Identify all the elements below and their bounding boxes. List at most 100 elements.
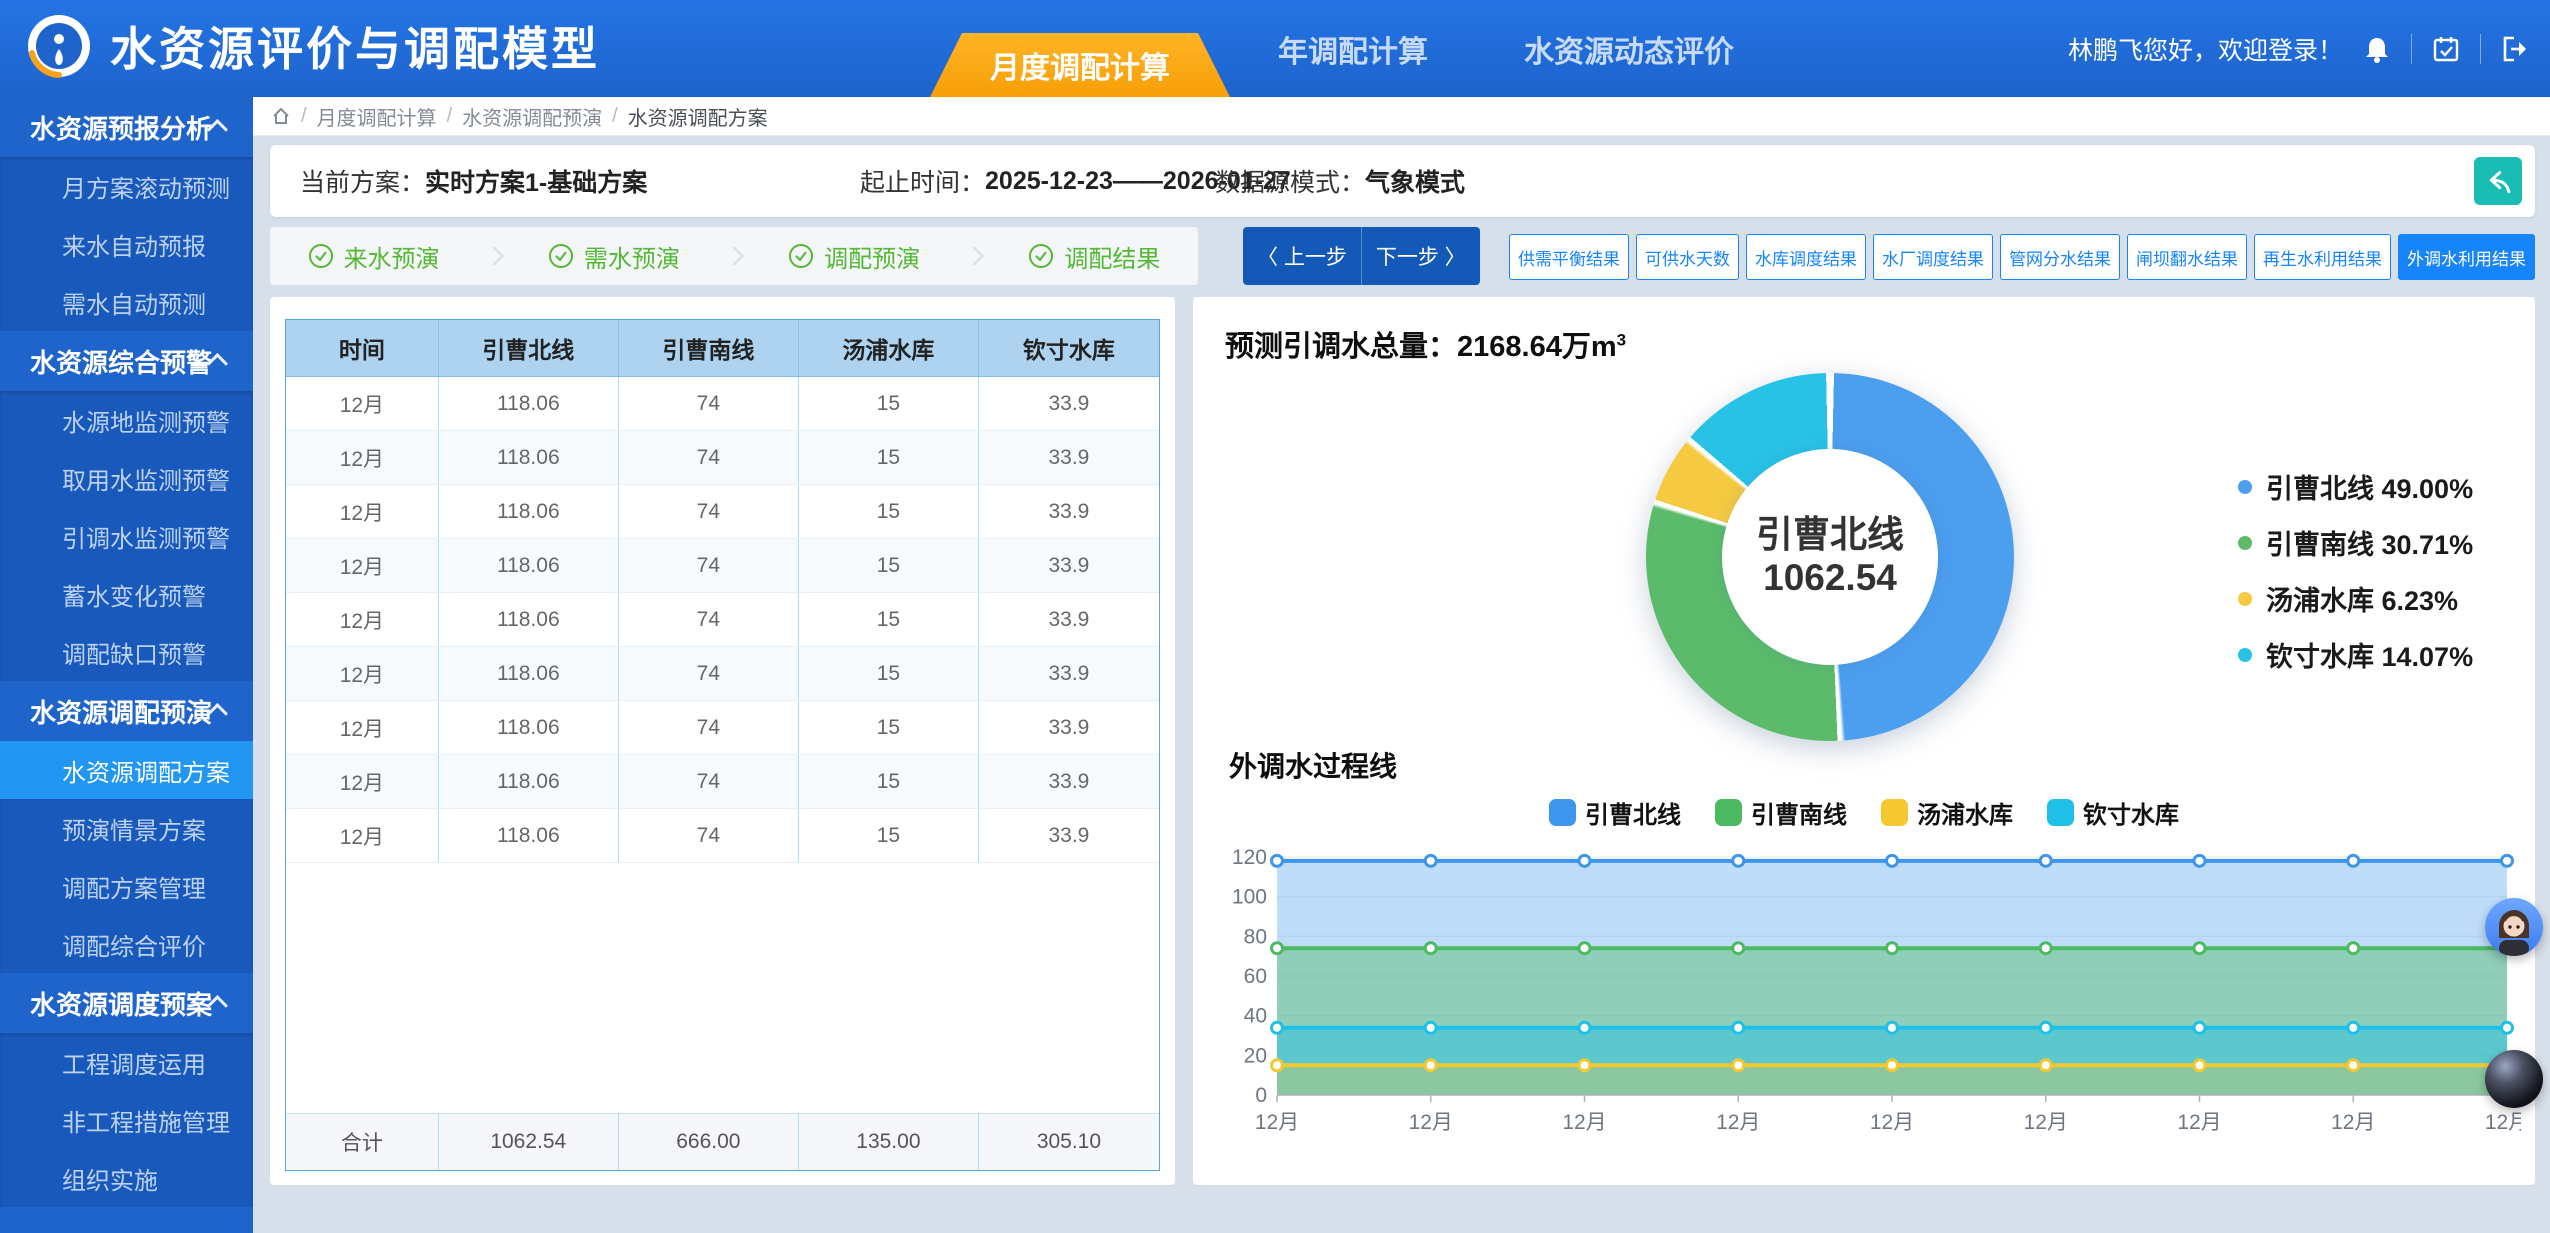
legend-dot: [2238, 592, 2252, 606]
sidebar-item[interactable]: 组织实施: [0, 1149, 253, 1207]
sidebar-item[interactable]: 调配综合评价: [0, 915, 253, 973]
table-row: 12月118.06741533.9: [286, 755, 1159, 809]
wizard-step[interactable]: 需水预演: [548, 239, 680, 274]
check-circle-icon: [308, 243, 334, 269]
sidebar-item[interactable]: 工程调度运用: [0, 1033, 253, 1091]
step-nav-buttons: 〈 上一步 下一步 〉: [1243, 227, 1480, 285]
table-cell: 12月: [286, 701, 439, 754]
svg-text:12月: 12月: [1255, 1111, 1299, 1134]
sidebar-item[interactable]: 预演情景方案: [0, 799, 253, 857]
wizard-step[interactable]: 来水预演: [308, 239, 440, 274]
assistant-avatar-button[interactable]: [2485, 898, 2543, 956]
sidebar-item[interactable]: 引调水监测预警: [0, 507, 253, 565]
sidebar-item[interactable]: 蓄水变化预警: [0, 565, 253, 623]
legend-dot: [2238, 648, 2252, 662]
sphere-avatar-button[interactable]: [2485, 1050, 2543, 1108]
table-header-cell: 时间: [286, 320, 439, 376]
wizard-step[interactable]: 调配预演: [788, 239, 920, 274]
main-area: /月度调配计算/水资源调配预演/水资源调配方案 当前方案：实时方案1-基础方案 …: [253, 97, 2550, 1233]
table-cell: 118.06: [439, 431, 619, 484]
back-button[interactable]: [2474, 157, 2522, 205]
table-row: 12月118.06741533.9: [286, 377, 1159, 431]
sidebar-group[interactable]: 水资源调度预案: [0, 973, 253, 1033]
sidebar-item[interactable]: 水资源调配方案: [0, 741, 253, 799]
table-total-cell: 305.10: [979, 1114, 1159, 1170]
home-icon[interactable]: [271, 106, 291, 126]
result-tab[interactable]: 可供水天数: [1636, 234, 1739, 280]
sidebar-item[interactable]: 需水自动预测: [0, 273, 253, 331]
sidebar-group-label: 水资源预报分析: [30, 109, 212, 146]
wizard-step-label: 来水预演: [344, 239, 440, 274]
table-cell: 15: [799, 377, 979, 430]
logout-icon[interactable]: [2500, 34, 2530, 64]
sidebar-group[interactable]: 水资源综合预警: [0, 331, 253, 391]
app-header: 水资源评价与调配模型 月度调配计算年调配计算水资源动态评价 林鹏飞您好，欢迎登录…: [0, 0, 2550, 97]
donut-center: 引曹北线 1062.54: [1722, 449, 1938, 665]
sidebar-item[interactable]: 月方案滚动预测: [0, 157, 253, 215]
donut-chart: 引曹北线 1062.54: [1646, 373, 2014, 741]
check-circle-icon: [788, 243, 814, 269]
donut-legend-item: 引曹北线 49.00%: [2238, 467, 2473, 506]
line-legend-item[interactable]: 钦寸水库: [2047, 795, 2179, 830]
sidebar-submenu: 工程调度运用非工程措施管理组织实施: [0, 1033, 253, 1207]
table-row: 12月118.06741533.9: [286, 539, 1159, 593]
donut-legend-label: 引曹南线 30.71%: [2266, 523, 2473, 562]
table-cell: 118.06: [439, 755, 619, 808]
table-cell: 74: [619, 593, 799, 646]
sidebar-item[interactable]: 调配方案管理: [0, 857, 253, 915]
result-tab[interactable]: 闸坝翻水结果: [2127, 234, 2247, 280]
sidebar-item[interactable]: 取用水监测预警: [0, 449, 253, 507]
line-legend-item[interactable]: 汤浦水库: [1881, 795, 2013, 830]
table-spacer: [286, 863, 1159, 1113]
legend-dot: [2238, 536, 2252, 550]
svg-text:12月: 12月: [1716, 1111, 1760, 1134]
table-cell: 33.9: [979, 593, 1159, 646]
breadcrumb-item[interactable]: 月度调配计算: [317, 102, 437, 131]
line-legend-item[interactable]: 引曹北线: [1549, 795, 1681, 830]
nav-tab[interactable]: 年调配计算: [1230, 0, 1476, 97]
next-step-button[interactable]: 下一步 〉: [1361, 227, 1480, 285]
result-tab[interactable]: 再生水利用结果: [2254, 234, 2391, 280]
table-cell: 12月: [286, 485, 439, 538]
breadcrumb-separator: /: [612, 105, 618, 128]
wizard-step-label: 调配结果: [1064, 239, 1160, 274]
breadcrumb-item[interactable]: 水资源调配方案: [628, 102, 768, 131]
result-tab[interactable]: 水库调度结果: [1746, 234, 1866, 280]
sidebar-item[interactable]: 调配缺口预警: [0, 623, 253, 681]
result-tab[interactable]: 外调水利用结果: [2398, 234, 2535, 280]
line-legend-item[interactable]: 引曹南线: [1715, 795, 1847, 830]
wizard-steps: 来水预演 需水预演 调配预演 调配结果: [270, 227, 1198, 285]
line-legend-label: 钦寸水库: [2083, 795, 2179, 830]
table-header-cell: 引曹南线: [619, 320, 799, 376]
table-cell: 33.9: [979, 647, 1159, 700]
svg-text:40: 40: [1244, 1005, 1267, 1028]
water-drop-icon: [26, 13, 92, 79]
result-tabs: 供需平衡结果可供水天数水库调度结果水厂调度结果管网分水结果闸坝翻水结果再生水利用…: [1509, 234, 2535, 280]
bell-icon[interactable]: [2362, 34, 2392, 64]
svg-text:12月: 12月: [1409, 1111, 1453, 1134]
calendar-icon[interactable]: [2431, 34, 2461, 64]
result-tab[interactable]: 管网分水结果: [2000, 234, 2120, 280]
wizard-step-label: 调配预演: [824, 239, 920, 274]
sidebar-item[interactable]: 来水自动预报: [0, 215, 253, 273]
table-cell: 15: [799, 593, 979, 646]
result-chart-card: 预测引调水总量：2168.64万m3 引曹北线 1062.54 引曹北线 49.…: [1193, 297, 2535, 1185]
line-legend-label: 引曹北线: [1585, 795, 1681, 830]
nav-tab[interactable]: 月度调配计算: [930, 33, 1230, 97]
sidebar-group-label: 水资源调配预演: [30, 693, 212, 730]
legend-dot: [2238, 480, 2252, 494]
table-cell: 33.9: [979, 539, 1159, 592]
prev-step-button[interactable]: 〈 上一步: [1243, 227, 1361, 285]
sidebar-group-label: 水资源综合预警: [30, 343, 212, 380]
sidebar-group[interactable]: 水资源预报分析: [0, 97, 253, 157]
nav-tab[interactable]: 水资源动态评价: [1476, 0, 1782, 97]
result-tab[interactable]: 水厂调度结果: [1873, 234, 1993, 280]
table-cell: 74: [619, 539, 799, 592]
allocation-table-card: 时间引曹北线引曹南线汤浦水库钦寸水库12月118.06741533.912月11…: [270, 297, 1175, 1185]
sidebar-item[interactable]: 非工程措施管理: [0, 1091, 253, 1149]
breadcrumb-item[interactable]: 水资源调配预演: [462, 102, 602, 131]
wizard-step[interactable]: 调配结果: [1028, 239, 1160, 274]
sidebar-group[interactable]: 水资源调配预演: [0, 681, 253, 741]
sidebar-item[interactable]: 水源地监测预警: [0, 391, 253, 449]
result-tab[interactable]: 供需平衡结果: [1509, 234, 1629, 280]
